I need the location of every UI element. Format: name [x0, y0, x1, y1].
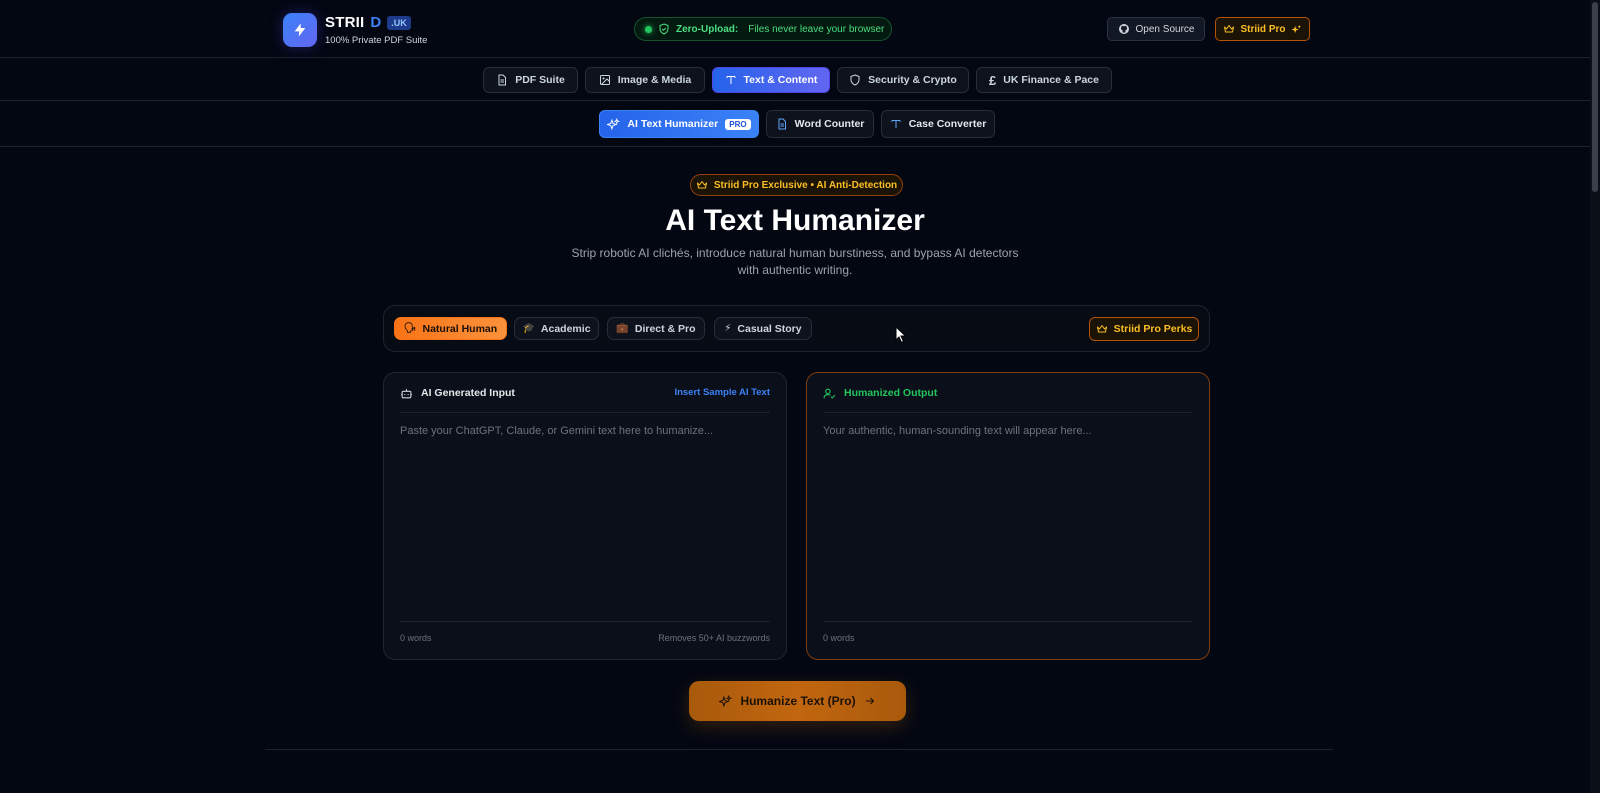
- pro-perks-button[interactable]: Striid Pro Perks: [1089, 317, 1199, 341]
- crown-icon: [696, 181, 707, 189]
- open-source-button[interactable]: Open Source: [1107, 17, 1205, 41]
- tool-subnav: AI Text Humanizer PRO Word Counter Case …: [0, 102, 1590, 147]
- tab-label: Security & Crypto: [868, 74, 957, 86]
- tab-label: PDF Suite: [515, 74, 565, 86]
- tool-case-converter[interactable]: Case Converter: [881, 110, 995, 138]
- buzzwords-note: Removes 50+ AI buzzwords: [658, 633, 770, 643]
- scrollbar-thumb[interactable]: [1592, 2, 1598, 192]
- page-subtitle: Strip robotic AI clichés, introduce natu…: [571, 246, 1019, 277]
- input-panel: AI Generated Input Insert Sample AI Text…: [383, 372, 787, 660]
- mode-direct-pro[interactable]: 💼 Direct & Pro: [607, 317, 705, 340]
- sparkles-icon: [719, 694, 733, 707]
- mode-label: Casual Story: [737, 322, 802, 335]
- mode-label: Direct & Pro: [634, 322, 696, 335]
- striid-pro-label: Striid Pro: [1240, 23, 1286, 35]
- page-title: AI Text Humanizer: [665, 204, 925, 237]
- input-panel-title: AI Generated Input: [421, 387, 515, 399]
- tab-image-media[interactable]: Image & Media: [585, 67, 705, 93]
- insert-sample-link[interactable]: Insert Sample AI Text: [674, 387, 770, 398]
- exclusive-label: Striid Pro Exclusive • AI Anti-Detection: [713, 179, 898, 191]
- brand-d: D: [370, 14, 382, 31]
- document-icon: [498, 74, 507, 86]
- input-panel-footer: 0 words Removes 50+ AI buzzwords: [400, 621, 770, 643]
- top-header: STRII D .UK 100% Private PDF Suite Zero-…: [0, 0, 1590, 58]
- mode-natural-human[interactable]: 🗣 Natural Human: [394, 317, 507, 340]
- user-check-icon: [823, 388, 836, 399]
- tab-text-content[interactable]: Text & Content: [712, 67, 830, 93]
- graduation-cap-icon: 🎓: [522, 323, 535, 334]
- striid-pro-button[interactable]: Striid Pro: [1215, 17, 1310, 41]
- output-panel-footer: 0 words: [823, 621, 1193, 643]
- tool-label: AI Text Humanizer: [627, 118, 719, 130]
- arrow-right-icon: [865, 697, 874, 705]
- tool-label: Case Converter: [908, 118, 987, 130]
- output-panel-header: Humanized Output: [823, 387, 1193, 413]
- tab-label: Image & Media: [617, 74, 692, 86]
- perks-label: Striid Pro Perks: [1113, 323, 1193, 335]
- page-scrollbar[interactable]: [1590, 0, 1600, 793]
- output-panel: Humanized Output Your authentic, human-s…: [806, 372, 1210, 660]
- shield-icon: [850, 74, 860, 86]
- zero-upload-text: Files never leave your browser: [748, 23, 885, 35]
- output-word-count: 0 words: [823, 633, 855, 643]
- humanize-button-label: Humanize Text (Pro): [740, 694, 856, 708]
- zero-upload-label: Zero-Upload:: [676, 23, 739, 35]
- tab-label: UK Finance & Pace: [1003, 74, 1099, 86]
- shield-check-icon: [659, 23, 669, 35]
- text-icon: [891, 120, 901, 128]
- mode-selector: 🗣 Natural Human 🎓 Academic 💼 Direct & Pr…: [383, 305, 1210, 352]
- category-nav: PDF Suite Image & Media Text & Content S…: [0, 59, 1590, 101]
- tool-ai-text-humanizer[interactable]: AI Text Humanizer PRO: [599, 110, 759, 138]
- tool-word-counter[interactable]: Word Counter: [766, 110, 874, 138]
- sparkles-icon: [607, 117, 621, 130]
- mode-label: Natural Human: [422, 322, 498, 335]
- text-icon: [726, 76, 736, 84]
- input-panel-header: AI Generated Input Insert Sample AI Text: [400, 387, 770, 413]
- brand-name: STRII: [325, 14, 365, 31]
- brand: STRII D .UK: [325, 14, 411, 31]
- mouse-cursor-icon: [895, 326, 907, 344]
- status-dot: [645, 25, 652, 33]
- pro-badge: PRO: [725, 118, 751, 130]
- pound-icon: £: [989, 72, 997, 88]
- crown-icon: [1224, 25, 1235, 33]
- logo[interactable]: [283, 13, 317, 47]
- lightning-icon: ⚡: [724, 323, 732, 334]
- tool-label: Word Counter: [794, 118, 865, 130]
- pro-exclusive-badge: Striid Pro Exclusive • AI Anti-Detection: [690, 174, 903, 196]
- bolt-icon: [294, 23, 306, 37]
- footer-divider: [265, 749, 1333, 750]
- tab-label: Text & Content: [743, 74, 818, 86]
- output-panel-title: Humanized Output: [844, 387, 938, 399]
- open-source-label: Open Source: [1135, 23, 1195, 35]
- tab-uk-finance[interactable]: £ UK Finance & Pace: [976, 67, 1112, 93]
- briefcase-icon: 💼: [616, 323, 629, 334]
- input-textarea[interactable]: Paste your ChatGPT, Claude, or Gemini te…: [400, 425, 713, 437]
- image-icon: [599, 75, 610, 85]
- tab-security-crypto[interactable]: Security & Crypto: [837, 67, 969, 93]
- output-textarea[interactable]: Your authentic, human-sounding text will…: [823, 425, 1092, 437]
- humanize-button[interactable]: Humanize Text (Pro): [689, 681, 906, 721]
- brand-subtitle: 100% Private PDF Suite: [325, 35, 428, 46]
- input-word-count: 0 words: [400, 633, 432, 643]
- zero-upload-badge: Zero-Upload: Files never leave your brow…: [634, 17, 892, 41]
- github-icon: [1118, 24, 1129, 34]
- sparkles-icon: [1290, 24, 1301, 33]
- mode-casual-story[interactable]: ⚡ Casual Story: [714, 317, 812, 340]
- mode-label: Academic: [540, 322, 591, 335]
- speaking-head-icon: 🗣: [403, 323, 417, 334]
- document-icon: [778, 118, 786, 130]
- crown-icon: [1096, 325, 1107, 333]
- robot-icon: [401, 389, 412, 399]
- mode-academic[interactable]: 🎓 Academic: [514, 317, 599, 340]
- tab-pdf-suite[interactable]: PDF Suite: [483, 67, 578, 93]
- brand-tld: .UK: [387, 15, 411, 30]
